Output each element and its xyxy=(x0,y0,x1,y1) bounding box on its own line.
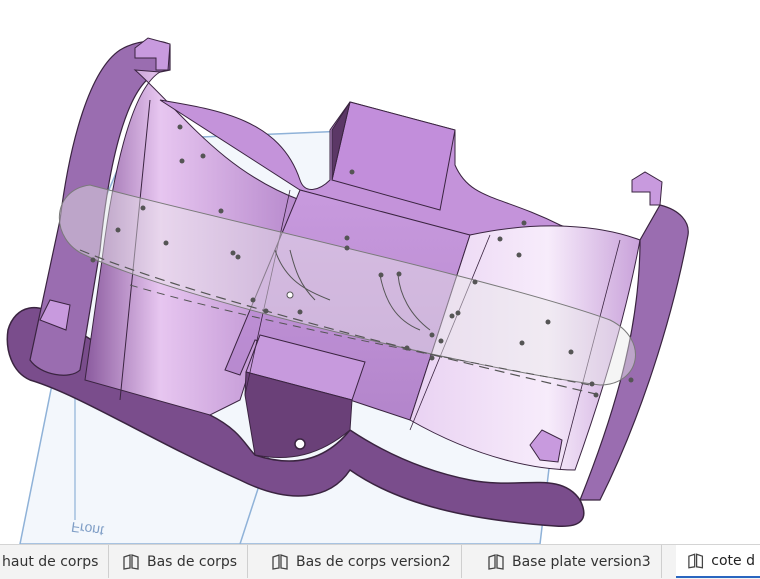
part-studio-icon xyxy=(488,553,504,570)
tab-label: Base plate version3 xyxy=(512,553,651,570)
tab-cote-d[interactable]: cote d xyxy=(676,545,760,578)
tab-label: cote d xyxy=(711,552,755,569)
part-studio-icon xyxy=(272,553,288,570)
part-studio-icon xyxy=(123,553,139,570)
part-studio-icon xyxy=(688,552,704,568)
hole-marker-icon xyxy=(294,438,306,450)
3d-model-view[interactable]: Front xyxy=(0,0,760,544)
tab-label: Bas de corps version2 xyxy=(296,553,451,570)
tab-haut-de-corps[interactable]: haut de corps xyxy=(0,545,110,578)
tab-label: haut de corps xyxy=(2,553,99,570)
tab-bar: haut de corps Bas de corps Bas de corps … xyxy=(0,544,760,579)
graphics-viewport[interactable]: Front xyxy=(0,0,760,544)
tab-bas-de-corps-version2[interactable]: Bas de corps version2 xyxy=(260,545,462,578)
tab-bas-de-corps[interactable]: Bas de corps xyxy=(111,545,249,578)
tab-label: Bas de corps xyxy=(147,553,238,570)
tab-base-plate-version3[interactable]: Base plate version3 xyxy=(476,545,662,578)
